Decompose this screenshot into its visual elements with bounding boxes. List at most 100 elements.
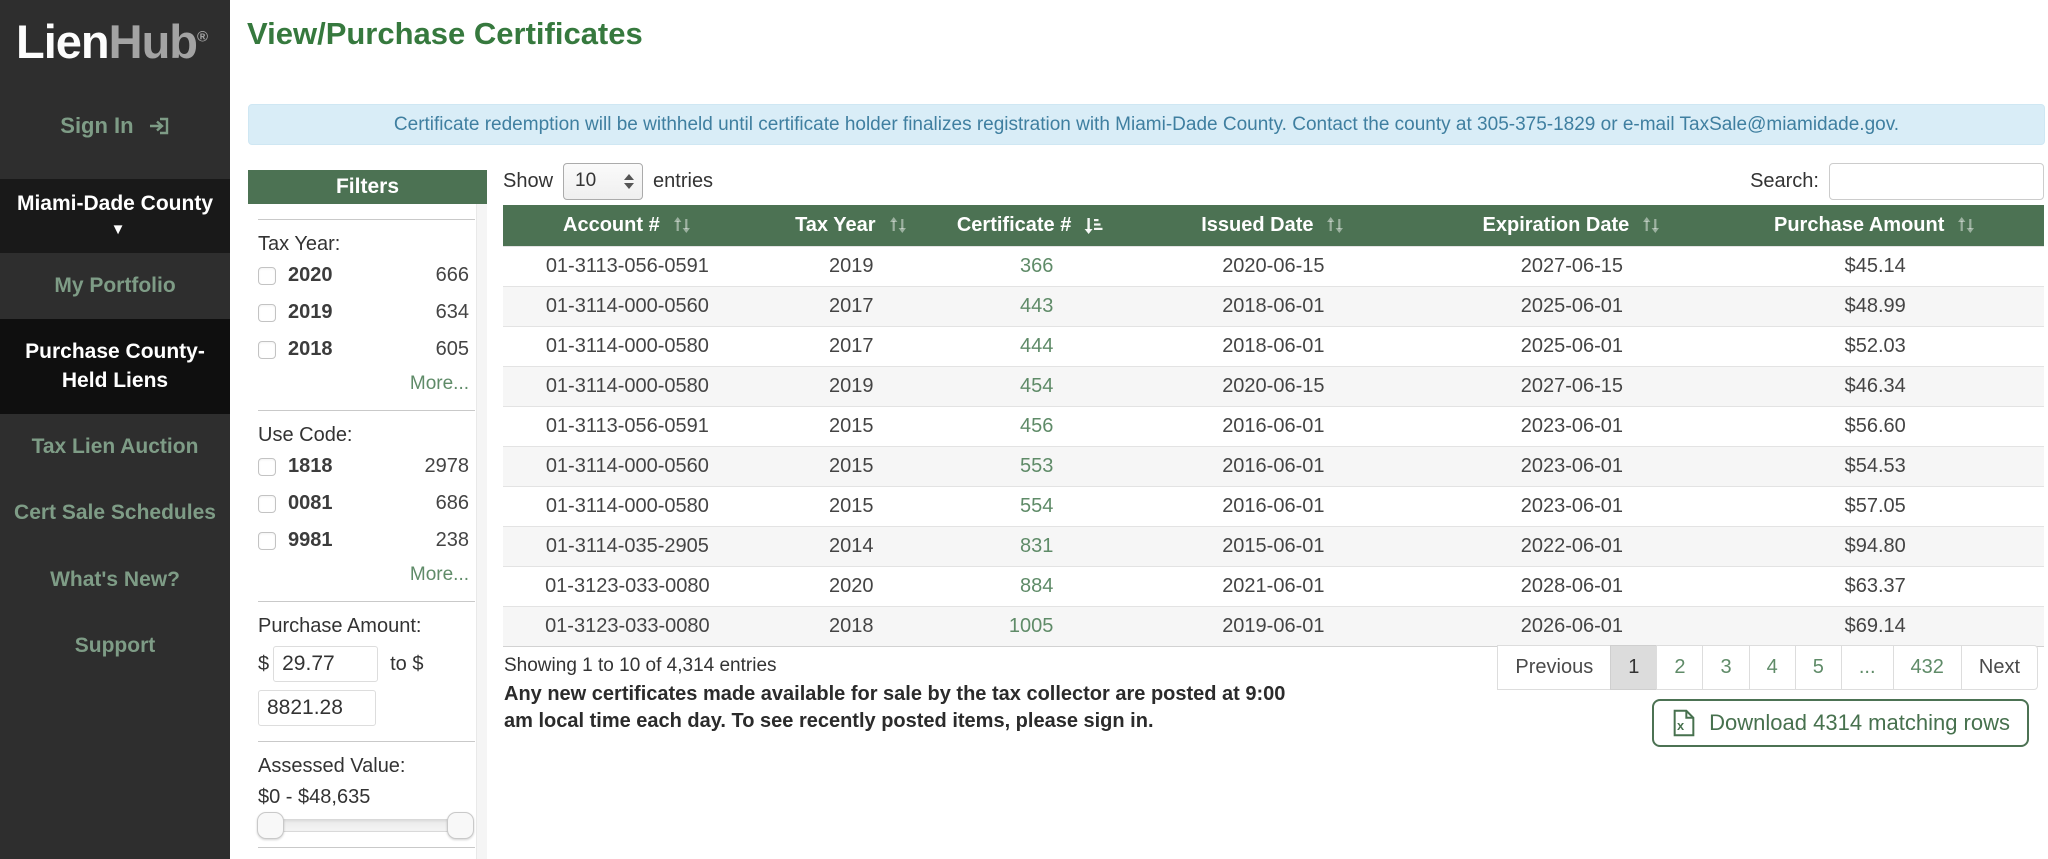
assessed-value-label: Assessed Value: [258, 755, 406, 777]
certificate-link[interactable]: 1005 [1009, 615, 1054, 637]
issued-date-cell: 2019-06-01 [1222, 614, 1325, 637]
column-header-certificate[interactable]: Certificate # [950, 205, 1110, 246]
column-label: Certificate # [956, 213, 1072, 236]
page-button-label: 4 [1766, 656, 1778, 678]
sidebar-item[interactable]: Purchase County-Held Liens [0, 319, 230, 415]
table-row: 01-3114-035-2905 2014 831 2015-06-01 202… [503, 526, 2044, 566]
chevron-down-icon: ▼ [110, 221, 126, 238]
column-label: Account # [563, 213, 660, 236]
page-button[interactable]: ... [1840, 645, 1894, 690]
column-header-tax-year[interactable]: Tax Year [751, 205, 951, 246]
sidebar-item[interactable]: What's New? [0, 547, 230, 613]
assessed-value-slider[interactable] [257, 812, 474, 839]
expiration-date-cell: 2025-06-01 [1520, 334, 1624, 357]
sidebar-item[interactable]: My Portfolio [0, 253, 230, 319]
checkbox[interactable] [258, 531, 276, 550]
expiration-date-cell: 2027-06-15 [1520, 374, 1624, 397]
filter-option-row: 9981 238 [258, 529, 475, 552]
assessed-value-range: $0 - $48,635 [258, 786, 371, 808]
certificate-cell: 884 [951, 566, 1110, 606]
checkbox[interactable] [258, 457, 276, 476]
table-row: 01-3114-000-0560 2017 443 2018-06-01 202… [503, 286, 2044, 326]
certificate-link[interactable]: 444 [1020, 335, 1053, 357]
filters-scrollbar[interactable] [476, 204, 487, 859]
filter-option-row: 1818 2978 [258, 455, 475, 478]
certificate-link[interactable]: 443 [1020, 295, 1053, 317]
divider [258, 847, 475, 848]
table-row: 01-3114-000-0580 2017 444 2018-06-01 202… [503, 326, 2044, 366]
certificate-link[interactable]: 554 [1020, 495, 1053, 517]
column-header-issued-date[interactable]: Issued Date [1109, 205, 1438, 246]
issued-date-cell: 2015-06-01 [1222, 534, 1325, 557]
page-button[interactable]: 4 [1748, 645, 1796, 690]
logo-lien: Lien [16, 15, 110, 68]
tax-year-more-link[interactable]: More... [258, 373, 469, 395]
page-button[interactable]: 5 [1794, 645, 1842, 690]
filters-panel: Filters Tax Year: 2020 666 2019 634 2018… [248, 170, 487, 859]
table-row: 01-3113-056-0591 2015 456 2016-06-01 202… [503, 406, 2044, 446]
issued-date-cell: 2018-06-01 [1222, 294, 1325, 317]
sidebar-item[interactable]: Cert Sale Schedules [0, 480, 230, 546]
purchase-amount-min-input[interactable] [273, 646, 379, 682]
sidebar-item[interactable]: Tax Lien Auction [0, 414, 230, 480]
column-header-expiration-date[interactable]: Expiration Date [1437, 205, 1707, 246]
download-button[interactable]: x Download 4314 matching rows [1652, 699, 2029, 747]
page-button-label: 2 [1674, 656, 1686, 678]
purchase-amount-cell: $45.14 [1844, 254, 1906, 277]
logo-hub: Hub [108, 15, 198, 68]
certificate-link[interactable]: 553 [1020, 455, 1053, 477]
certificate-link[interactable]: 884 [1020, 575, 1053, 597]
checkbox[interactable] [258, 303, 276, 322]
issued-date-cell: 2016-06-01 [1222, 454, 1325, 477]
certificate-link[interactable]: 831 [1020, 535, 1053, 557]
use-code-more-link[interactable]: More... [258, 564, 469, 586]
page-button[interactable]: 3 [1702, 645, 1750, 690]
certificate-link[interactable]: 454 [1020, 375, 1053, 397]
sign-in-button[interactable]: Sign In [0, 113, 230, 139]
tax-year-cell: 2017 [829, 294, 874, 317]
page-size-select[interactable]: 10 [563, 162, 644, 200]
checkbox[interactable] [258, 266, 276, 285]
expiration-date-cell: 2023-06-01 [1520, 494, 1624, 517]
sidebar: LienHub® Sign In Miami-Dade County ▼ My … [0, 0, 230, 859]
purchase-amount-cell: $56.60 [1844, 414, 1906, 437]
page-button-label: 432 [1910, 656, 1944, 678]
sidebar-item[interactable]: Support [0, 613, 230, 679]
page-button[interactable]: Next [1960, 645, 2038, 690]
sign-in-icon [149, 117, 168, 135]
expiration-date-cell: 2023-06-01 [1520, 414, 1624, 437]
slider-handle-min[interactable] [257, 812, 284, 839]
option-count: 605 [435, 338, 469, 360]
certificate-cell: 454 [951, 366, 1110, 406]
page-button-label: 3 [1720, 656, 1732, 678]
certificate-cell: 554 [951, 486, 1110, 526]
county-name: Miami-Dade County [16, 192, 213, 215]
certificate-link[interactable]: 366 [1020, 255, 1053, 277]
certificate-cell: 831 [951, 526, 1110, 566]
page-button-label: Next [1978, 656, 2020, 678]
certificate-link[interactable]: 456 [1020, 415, 1053, 437]
tax-year-cell: 2015 [829, 494, 874, 517]
page-button[interactable]: 1 [1610, 645, 1658, 690]
issued-date-cell: 2020-06-15 [1222, 254, 1325, 277]
checkbox[interactable] [258, 340, 276, 359]
page-button[interactable]: 2 [1656, 645, 1704, 690]
slider-handle-max[interactable] [447, 812, 474, 839]
account-number-cell: 01-3123-033-0080 [545, 574, 710, 597]
lienhub-logo[interactable]: LienHub® [0, 0, 230, 69]
page-button[interactable]: Previous [1497, 645, 1612, 690]
checkbox[interactable] [258, 494, 276, 513]
spinner-icon [624, 173, 635, 189]
page-button-label: Previous [1515, 656, 1594, 678]
column-header-purchase-amount[interactable]: Purchase Amount [1706, 205, 2044, 246]
account-number-cell: 01-3114-000-0560 [545, 454, 709, 477]
county-selector[interactable]: Miami-Dade County ▼ [0, 179, 230, 253]
column-header-account[interactable]: Account # [503, 205, 752, 246]
page-button[interactable]: 432 [1892, 645, 1962, 690]
column-label: Tax Year [795, 213, 876, 236]
search-input[interactable] [1829, 162, 2044, 200]
table-row: 01-3114-000-0560 2015 553 2016-06-01 202… [503, 446, 2044, 486]
option-value: 2019 [288, 301, 333, 323]
certificate-cell: 443 [951, 286, 1110, 326]
purchase-amount-max-input[interactable] [258, 690, 376, 726]
